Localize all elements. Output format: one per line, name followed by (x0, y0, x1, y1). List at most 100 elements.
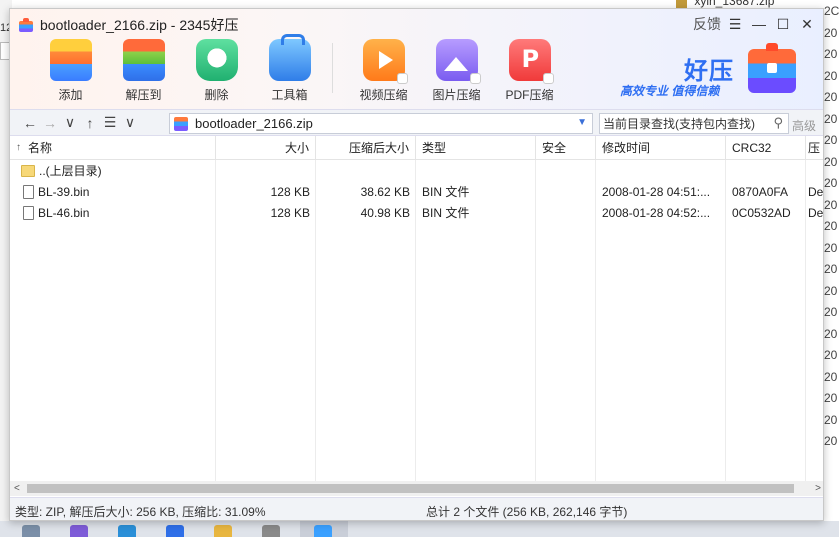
minimize-button[interactable]: — (747, 16, 771, 32)
column-header-modified[interactable]: 修改时间 (596, 136, 726, 160)
background-date-fragment: 20 (824, 326, 838, 341)
background-date-fragment: 20 (824, 25, 838, 40)
recycle-delete-icon (195, 39, 238, 81)
advanced-search-link[interactable]: 高级 (792, 117, 816, 134)
search-input[interactable]: 当前目录查找(支持包内查找) ⚲ (599, 113, 789, 134)
column-header-type[interactable]: 类型 (416, 136, 536, 160)
column-name-label: 名称 (28, 141, 53, 155)
add-button[interactable]: 添加 (34, 39, 107, 103)
haozip-logo-icon (748, 43, 796, 93)
column-header-method[interactable]: 压 (806, 136, 823, 160)
background-date-fragment: 2C (824, 4, 839, 18)
main-toolbar: 添加 解压到 删除 工具箱 视频压缩 图片压缩 P PDF压缩 (34, 34, 566, 103)
extract-to-button[interactable]: 解压到 (107, 39, 180, 103)
view-mode-chevron-icon[interactable]: ∨ (120, 114, 140, 131)
image-compress-button[interactable]: 图片压缩 (420, 39, 493, 103)
path-field[interactable]: bootloader_2166.zip ▼ (169, 113, 593, 134)
background-date-fragment: 20 (824, 133, 838, 147)
up-arrow-icon[interactable]: ↑ (80, 115, 100, 131)
crc32-cell: 0870A0FA (732, 185, 789, 199)
background-date-fragment: 20 (824, 283, 838, 298)
video-compress-label: 视频压缩 (359, 88, 408, 102)
address-bar: ← → ∨ ↑ ☰ ∨ bootloader_2166.zip ▼ 当前目录查找… (10, 109, 823, 136)
taskbar-app-icon[interactable] (314, 525, 332, 537)
security-cell (536, 203, 596, 224)
background-file-name: xylh_13687.zip (694, 0, 775, 8)
background-date-fragment: 20 (824, 197, 838, 212)
packed-size-cell: 38.62 KB (360, 185, 410, 199)
toolbox-icon (268, 34, 311, 81)
feedback-button[interactable]: 反馈 (691, 14, 723, 34)
scrollbar-thumb[interactable] (27, 484, 794, 493)
background-date-fragment: 20 (824, 434, 838, 448)
background-explorer-right: 2C 20 20 20 20 20 20 20 20 20 20 20 20 20 20 20 20 20 20 20… (824, 0, 839, 537)
toolbox-label: 工具箱 (271, 88, 308, 102)
pdf-compress-button[interactable]: PDF压缩 (493, 39, 566, 103)
column-header-packed-size[interactable]: 压缩后大小 (316, 136, 416, 160)
close-button[interactable]: ✕ (795, 16, 819, 33)
size-cell: 128 KB (270, 206, 310, 220)
background-date-fragment: 20 (824, 90, 838, 104)
taskbar-app-icon[interactable] (70, 525, 88, 537)
list-item-parent-folder[interactable]: ..(上层目录) (10, 161, 823, 182)
name-cell: BL-46.bin (10, 203, 216, 224)
video-compress-icon (362, 39, 408, 84)
name-cell: ..(上层目录) (10, 161, 216, 182)
brand-name: 好压 (684, 58, 734, 85)
scroll-right-icon[interactable]: > (815, 481, 821, 496)
view-mode-icon[interactable]: ☰ (100, 114, 120, 131)
modified-cell: 2008-01-28 04:52:... (602, 206, 711, 220)
taskbar-app-icon[interactable] (166, 525, 184, 537)
video-compress-button[interactable]: 视频压缩 (347, 39, 420, 103)
haozip-window: bootloader_2166.zip - 2345好压 反馈 ☰ — ☐ ✕ … (9, 8, 824, 521)
image-compress-icon (435, 39, 481, 84)
history-chevron-icon[interactable]: ∨ (60, 114, 80, 131)
column-header-row: ↑ 名称 大小 压缩后大小 类型 安全 修改时间 CRC32 压 (10, 136, 823, 160)
sort-arrow-icon: ↑ (16, 142, 21, 153)
status-total-info: 总计 2 个文件 (256 KB, 262,146 字节) (426, 505, 628, 519)
taskbar-app-icon[interactable] (214, 525, 232, 537)
background-date-fragment: 20 (824, 111, 838, 126)
maximize-button[interactable]: ☐ (771, 16, 795, 33)
image-compress-label: 图片压缩 (432, 88, 481, 102)
delete-button[interactable]: 删除 (180, 39, 253, 103)
background-date-fragment: 20 (824, 262, 838, 276)
back-arrow-icon[interactable]: ← (20, 115, 40, 131)
background-date-fragment: 20 (824, 369, 838, 384)
toolbox-button[interactable]: 工具箱 (253, 34, 326, 103)
taskbar-app-icon[interactable] (118, 525, 136, 537)
brand-area: 好压 高效专业 值得信赖 (620, 43, 805, 99)
brand-slogan: 高效专业 值得信赖 (620, 84, 720, 98)
haozip-app-icon (18, 17, 34, 33)
background-date-fragment: 20 (824, 68, 838, 83)
list-item[interactable]: BL-46.bin 128 KB 40.98 KB BIN 文件 2008-01… (10, 203, 823, 224)
size-cell: 128 KB (270, 185, 310, 199)
search-icon[interactable]: ⚲ (773, 115, 783, 131)
taskbar-app-icon[interactable] (262, 525, 280, 537)
search-placeholder: 当前目录查找(支持包内查找) (603, 117, 755, 131)
path-dropdown-icon[interactable]: ▼ (577, 117, 587, 128)
column-header-security[interactable]: 安全 (536, 136, 596, 160)
pdf-compress-label: PDF压缩 (505, 88, 554, 102)
forward-arrow-icon[interactable]: → (40, 115, 60, 131)
file-name: BL-39.bin (38, 185, 90, 199)
background-file-icon (676, 0, 687, 8)
background-date-fragment: 20 (824, 391, 838, 405)
column-header-crc32[interactable]: CRC32 (726, 136, 806, 160)
menu-icon[interactable]: ☰ (723, 16, 747, 33)
window-controls: 反馈 ☰ — ☐ ✕ (691, 14, 819, 34)
security-cell (536, 182, 596, 203)
file-icon (23, 205, 34, 220)
column-header-size[interactable]: 大小 (216, 136, 316, 160)
window-header: bootloader_2166.zip - 2345好压 反馈 ☰ — ☐ ✕ … (10, 9, 823, 109)
name-cell: BL-39.bin (10, 182, 216, 203)
column-header-name[interactable]: ↑ 名称 (10, 136, 216, 160)
list-item[interactable]: BL-39.bin 128 KB 38.62 KB BIN 文件 2008-01… (10, 182, 823, 203)
horizontal-scrollbar[interactable]: < > (10, 481, 823, 496)
background-date-fragment: 20 (824, 154, 838, 169)
folder-icon (21, 164, 35, 177)
background-date-fragment: 20 (824, 176, 838, 190)
scroll-left-icon[interactable]: < (14, 481, 20, 496)
zip-file-icon (174, 116, 188, 131)
taskbar-app-icon[interactable] (22, 525, 40, 537)
